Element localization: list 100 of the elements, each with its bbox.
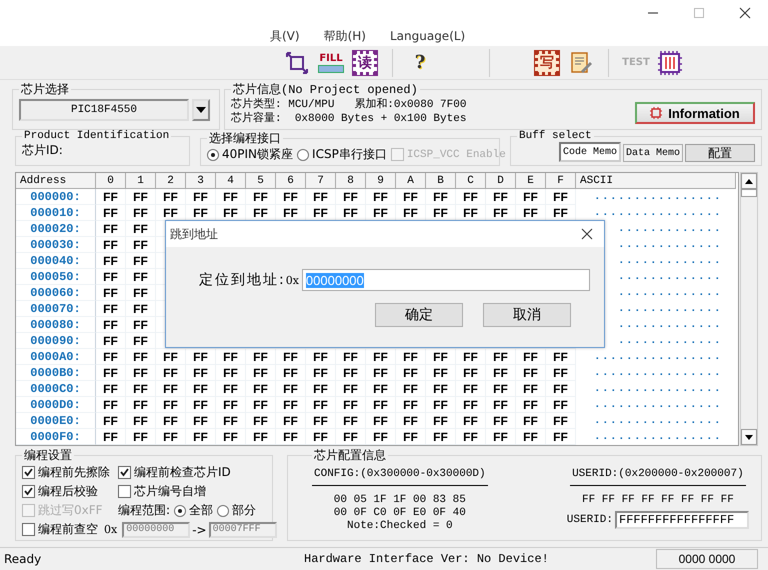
ascii-cell-text: ............. [618,334,722,349]
chip-arrows-icon [285,50,309,74]
fill-button[interactable]: FILL [316,48,346,78]
checkbox[interactable] [118,466,131,479]
hex-cell: FF [216,397,246,413]
address-cell: 000000: [16,189,96,205]
hex-cell: FF [336,429,366,445]
hex-cell: FF [486,381,516,397]
ascii-cell-text: ................ [594,190,722,205]
address-label: 定位到地址: [199,271,286,289]
column-header: 3 [186,173,216,189]
scroll-up-button[interactable] [741,173,757,189]
address-cell: 0000E0: [16,413,96,429]
hex-cell: FF [156,397,186,413]
address-cell: 000090: [16,333,96,349]
ascii-cell-text: ............. [618,286,722,301]
ascii-cell-text: ................ [594,382,722,397]
hex-cell: FF [396,381,426,397]
hex-cell: FF [186,349,216,365]
radio-button[interactable] [217,504,230,516]
userid-header: USERID:(0x200000-0x200007) [570,464,746,486]
hex-cell: FF [306,381,336,397]
hex-cell: FF [546,397,576,413]
help-button[interactable]: ? [405,48,435,78]
hex-cell: FF [396,413,426,429]
hex-cell: FF [96,381,126,397]
dialog-button[interactable]: 取消 [483,303,571,327]
hex-cell: FF [186,397,216,413]
write-button[interactable]: 写 [532,48,562,78]
hex-cell: FF [126,429,156,445]
column-header: 1 [126,173,156,189]
menu-item[interactable]: 具(V) [268,28,302,44]
hex-cell: FF [216,365,246,381]
radio-button[interactable] [297,148,310,160]
tab[interactable]: Code Memo [558,142,621,162]
hex-cell: FF [126,205,156,221]
status-panel: 0000 0000 [656,549,758,569]
radio-label: 全部 [189,502,214,519]
range-start-field[interactable]: 00000000 [122,522,190,538]
hex-cell: FF [276,429,306,445]
hex-cell: FF [516,429,546,445]
hex-cell: FF [336,365,366,381]
chip-dropdown[interactable]: PIC18F4550 [19,99,189,121]
hex-cell: FF [276,349,306,365]
ascii-cell-text: ................ [594,414,722,429]
column-header: 7 [306,173,336,189]
column-header: 5 [246,173,276,189]
hex-cell: FF [396,349,426,365]
checkbox[interactable] [22,466,35,479]
column-header: 4 [216,173,246,189]
checkbox-label: ICSP_VCC Enable [406,148,506,160]
chip-icon [650,107,662,119]
scroll-thumb[interactable] [741,189,757,197]
hex-cell: FF [156,429,186,445]
hex-cell: FF [366,365,396,381]
radio-button[interactable] [207,148,219,160]
address-cell: 000010: [16,205,96,221]
column-header: 2 [156,173,186,189]
dialog-button[interactable]: 确定 [375,303,463,327]
radio-label: ICSP串行接口 [312,146,387,163]
hex-cell: FF [246,365,276,381]
checkbox[interactable] [22,523,35,536]
information-button[interactable]: Information [635,102,755,124]
ascii-cell-text: ............. [618,318,722,333]
hex-cell: FF [126,269,156,285]
checkbox[interactable] [22,485,35,498]
hex-cell: FF [306,189,336,205]
config-text: Note:Checked = 0 [347,520,453,533]
ascii-cell-text: ............. [618,254,722,269]
userid-field[interactable]: FFFFFFFFFFFFFFFF [615,511,749,529]
hex-cell: FF [126,189,156,205]
column-header: E [516,173,546,189]
hex-cell: FF [276,381,306,397]
hex-cell: FF [306,365,336,381]
hex-cell: FF [246,189,276,205]
menu-item[interactable]: 帮助(H) [322,28,368,44]
config-button[interactable]: 配置 [685,144,755,162]
tab[interactable]: Data Memo [622,144,683,162]
checkbox[interactable] [118,485,131,498]
checkbox-label: 芯片编号自增 [134,483,206,500]
radio-button[interactable] [174,504,186,516]
hex-cell: FF [366,189,396,205]
hex-cell: FF [126,349,156,365]
hex-cell: FF [366,349,396,365]
arrow-text: -> [192,522,207,536]
hex-cell: FF [96,237,126,253]
dropdown-button[interactable] [192,99,210,121]
range-label: 编程范围: [118,502,170,519]
dialog-title: 跳到地址 [170,226,218,242]
range-end-field[interactable]: 00007FFF [208,522,277,538]
scrollbar[interactable] [740,172,758,446]
hex-cell: FF [276,413,306,429]
scroll-down-button[interactable] [741,429,757,445]
menu-item[interactable]: Language(L) [388,29,468,43]
hex-cell: FF [216,413,246,429]
hex-cell: FF [336,189,366,205]
radio-label: 40PIN锁紧座 [222,146,294,163]
hex-cell: FF [546,189,576,205]
read-button[interactable]: 读 [350,48,380,78]
hex-cell: FF [486,349,516,365]
